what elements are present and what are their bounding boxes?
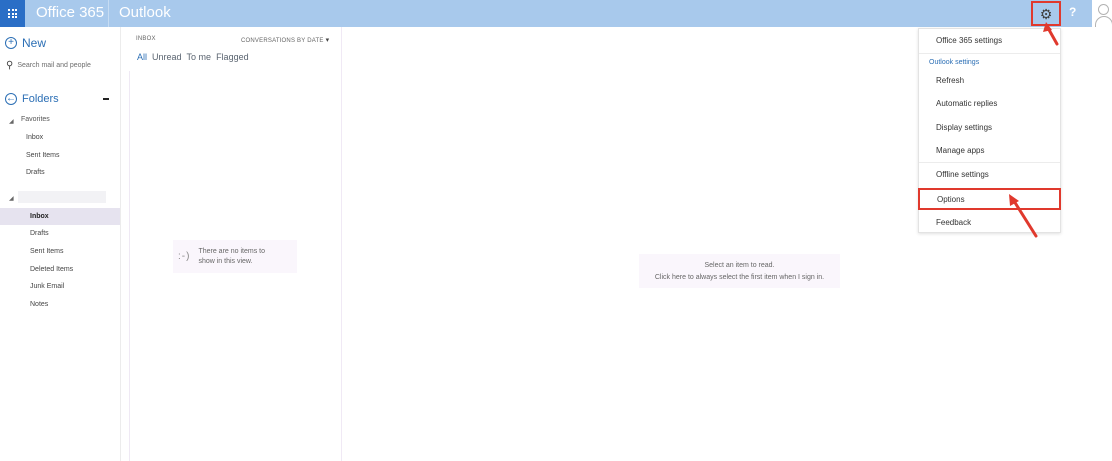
folder-deleted-items[interactable]: Deleted Items [0,261,120,278]
gear-icon: ⚙ [1039,5,1053,22]
filter-all[interactable]: All [137,52,147,62]
brand-divider [108,0,109,27]
menu-offline-settings[interactable]: Offline settings [919,163,1060,185]
folder-title: INBOX [136,36,156,42]
reading-hint-line1: Select an item to read. [704,262,775,269]
chevron-down-icon: ▾ [325,37,330,44]
list-divider [129,71,130,461]
reading-hint-line2[interactable]: Click here to always select the first it… [639,272,840,284]
menu-divider [919,53,1060,54]
menu-office-365-settings[interactable]: Office 365 settings [919,29,1060,51]
folder-inbox[interactable]: Inbox [0,208,120,225]
top-bar: Office 365 Outlook ⚙ ? [0,0,1112,27]
search-icon: ⚲ [6,60,14,71]
menu-manage-apps[interactable]: Manage apps [919,139,1060,161]
filter-bar: All Unread To me Flagged [137,52,254,62]
app-title[interactable]: Outlook [119,4,171,21]
favorite-inbox[interactable]: Inbox [0,129,120,146]
folder-sent-items[interactable]: Sent Items [0,243,120,260]
favorite-drafts[interactable]: Drafts [0,164,120,181]
menu-display-settings[interactable]: Display settings [919,116,1060,138]
outlook-settings-header: Outlook settings [929,59,980,66]
sort-dropdown[interactable]: CONVERSATIONS BY DATE ▾ [241,36,329,44]
help-icon[interactable]: ? [1069,5,1076,19]
collapse-icon[interactable] [103,98,109,100]
new-label: New [22,36,47,50]
folders-label: Folders [22,93,59,105]
menu-options[interactable]: Options [918,188,1061,210]
office-365-brand[interactable]: Office 365 [36,4,104,21]
favorites-header[interactable]: Favorites [21,116,50,123]
folder-pane: + New ⚲ Search mail and people ← Folders… [0,27,121,461]
empty-list-text: There are no items to show in this view. [198,247,265,265]
folders-header[interactable]: ← Folders [5,93,109,105]
new-mail-button[interactable]: + New [5,36,46,50]
expand-triangle-icon[interactable]: ◢ [9,195,14,202]
user-avatar-icon[interactable] [1092,0,1112,27]
back-circle-icon: ← [5,93,17,105]
menu-automatic-replies[interactable]: Automatic replies [919,92,1060,114]
menu-refresh[interactable]: Refresh [919,69,1060,91]
filter-flagged[interactable]: Flagged [216,52,249,62]
smiley-icon: :-) [178,251,191,262]
message-list-pane: INBOX CONVERSATIONS BY DATE ▾ All Unread … [121,27,342,461]
menu-feedback[interactable]: Feedback [919,211,1060,233]
reading-pane-hint[interactable]: Select an item to read. Click here to al… [639,254,840,288]
filter-unread[interactable]: Unread [152,52,182,62]
search-box[interactable]: ⚲ Search mail and people [6,60,91,71]
folder-junk-email[interactable]: Junk Email [0,278,120,295]
expand-triangle-icon[interactable]: ◢ [9,118,14,125]
settings-menu: Office 365 settings Outlook settings Ref… [918,28,1061,233]
settings-button[interactable]: ⚙ [1031,1,1061,26]
favorite-sent-items[interactable]: Sent Items [0,147,120,164]
account-name[interactable] [18,191,106,203]
filter-to-me[interactable]: To me [187,52,212,62]
search-placeholder: Search mail and people [17,62,91,69]
app-launcher-icon[interactable] [0,0,25,27]
folder-drafts[interactable]: Drafts [0,225,120,242]
sort-label: CONVERSATIONS BY DATE [241,38,324,44]
plus-circle-icon: + [5,37,17,49]
folder-notes[interactable]: Notes [0,296,120,313]
empty-list-message: :-) There are no items to show in this v… [173,240,297,273]
